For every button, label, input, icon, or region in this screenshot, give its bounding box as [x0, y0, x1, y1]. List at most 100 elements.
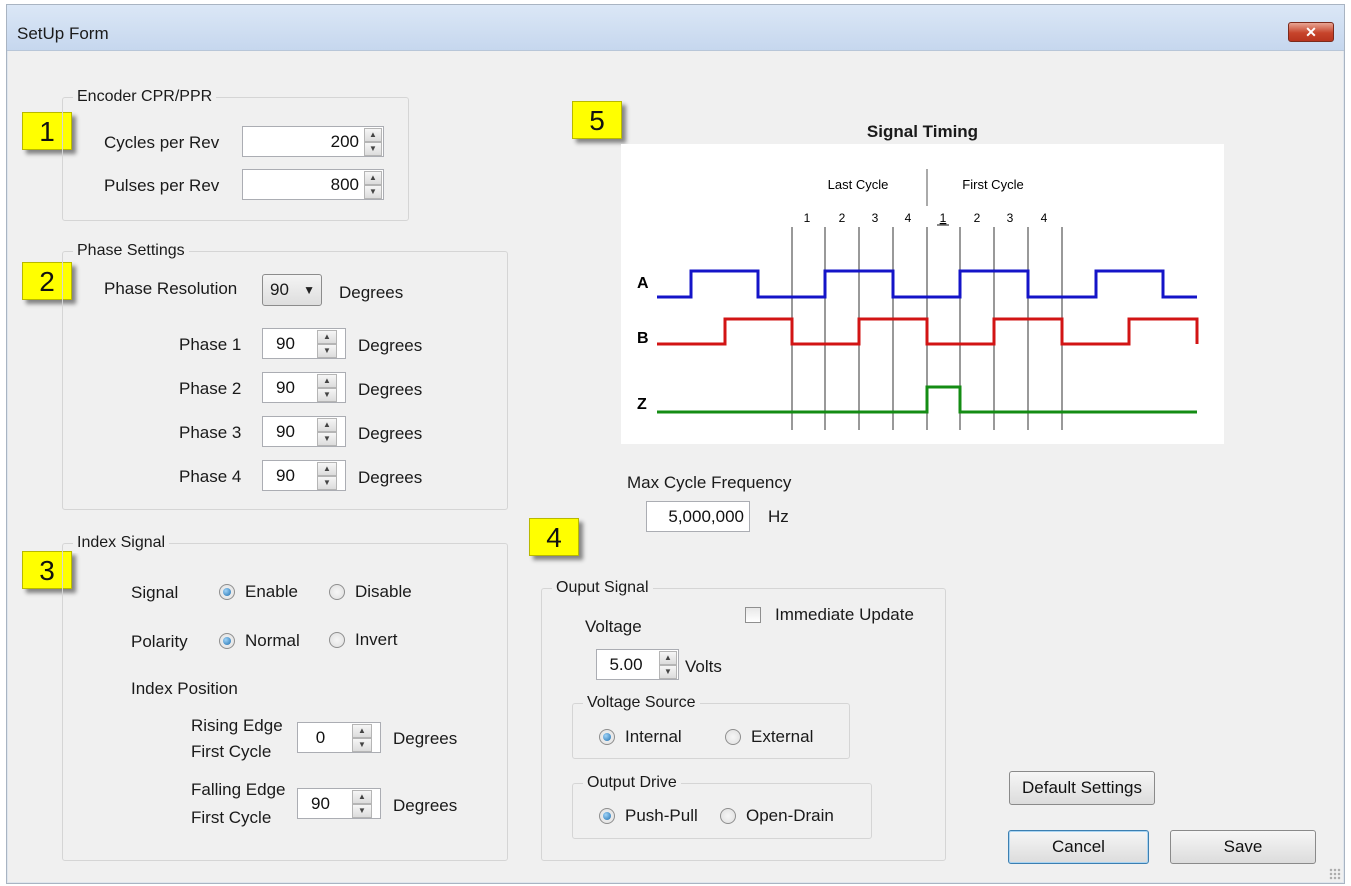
cycles-per-rev-spinner[interactable]: ▲▼: [242, 126, 384, 157]
signal-timing-title: Signal Timing: [866, 122, 979, 141]
voltage-input[interactable]: [597, 650, 655, 679]
invert-radio[interactable]: Invert: [329, 630, 398, 650]
pulses-per-rev-input[interactable]: [243, 170, 363, 199]
tick-first-1: 1: [940, 211, 947, 225]
radio-empty-icon: [329, 632, 345, 648]
spin-down-icon[interactable]: ▼: [317, 388, 337, 402]
enable-radio[interactable]: Enable: [219, 582, 298, 602]
max-cycle-frequency-field[interactable]: [646, 501, 750, 532]
falling-edge-input[interactable]: [298, 789, 343, 818]
phase-2-input[interactable]: [263, 373, 308, 402]
phase-2-label: Phase 2: [179, 379, 242, 398]
spin-down-icon[interactable]: ▼: [317, 432, 337, 446]
callout-5: 5: [572, 101, 622, 139]
phase-resolution-dropdown[interactable]: 90 ▼: [262, 274, 322, 306]
phase-4-input[interactable]: [263, 461, 308, 490]
phase-4-spinner[interactable]: ▲▼: [262, 460, 346, 491]
default-settings-button[interactable]: Default Settings: [1009, 771, 1155, 805]
first-cycle-label: First Cycle: [962, 177, 1023, 192]
index-signal-label: Signal: [131, 583, 179, 602]
radio-selected-icon: [219, 633, 235, 649]
phase-1-input[interactable]: [263, 329, 308, 358]
spin-up-icon[interactable]: ▲: [317, 418, 337, 432]
tick-first-2: 2: [974, 211, 981, 225]
voltage-spinner[interactable]: ▲▼: [596, 649, 679, 680]
spin-up-icon[interactable]: ▲: [659, 651, 677, 665]
encoder-group-title: Encoder CPR/PPR: [73, 87, 217, 107]
spin-down-icon[interactable]: ▼: [364, 142, 382, 156]
external-radio[interactable]: External: [725, 727, 813, 747]
open-drain-label: Open-Drain: [746, 806, 834, 825]
phase-1-spinner[interactable]: ▲▼: [262, 328, 346, 359]
channel-b-label: B: [637, 330, 649, 347]
internal-label: Internal: [625, 727, 682, 746]
falling-edge-unit: Degrees: [393, 796, 458, 815]
channel-z-label: Z: [637, 396, 647, 413]
close-button[interactable]: ✕: [1288, 22, 1334, 42]
rising-edge-spinner[interactable]: ▲▼: [297, 722, 381, 753]
push-pull-label: Push-Pull: [625, 806, 698, 825]
immediate-update-checkbox[interactable]: Immediate Update: [745, 605, 914, 625]
normal-label: Normal: [245, 631, 300, 650]
invert-label: Invert: [355, 630, 398, 649]
spin-down-icon[interactable]: ▼: [352, 804, 372, 818]
phase-3-input[interactable]: [263, 417, 308, 446]
spin-up-icon[interactable]: ▲: [317, 374, 337, 388]
radio-selected-icon: [219, 584, 235, 600]
radio-empty-icon: [725, 729, 741, 745]
polarity-label: Polarity: [131, 632, 188, 651]
spin-up-icon[interactable]: ▲: [352, 724, 372, 738]
spin-down-icon[interactable]: ▼: [352, 738, 372, 752]
falling-edge-spinner[interactable]: ▲▼: [297, 788, 381, 819]
phase-resolution-label: Phase Resolution: [104, 279, 238, 298]
output-drive-title: Output Drive: [583, 773, 681, 793]
rising-edge-unit: Degrees: [393, 729, 458, 748]
rising-edge-input[interactable]: [298, 723, 343, 752]
save-button[interactable]: Save: [1170, 830, 1316, 864]
spin-up-icon[interactable]: ▲: [364, 128, 382, 142]
internal-radio[interactable]: Internal: [599, 727, 682, 747]
tick-first-4: 4: [1041, 211, 1048, 225]
channel-a-label: A: [637, 275, 649, 292]
disable-radio[interactable]: Disable: [329, 582, 412, 602]
spin-up-icon[interactable]: ▲: [317, 462, 337, 476]
output-signal-title: Ouput Signal: [552, 578, 653, 598]
resize-grip-icon[interactable]: [1329, 868, 1341, 880]
spin-down-icon[interactable]: ▼: [659, 665, 677, 679]
radio-selected-icon: [599, 729, 615, 745]
spin-up-icon[interactable]: ▲: [317, 330, 337, 344]
pulses-per-rev-spinner[interactable]: ▲▼: [242, 169, 384, 200]
max-cycle-frequency-label: Max Cycle Frequency: [627, 473, 792, 492]
cycles-per-rev-input[interactable]: [243, 127, 363, 156]
frequency-unit: Hz: [768, 507, 789, 526]
chevron-down-icon: ▼: [303, 283, 315, 297]
title-bar[interactable]: SetUp Form ✕: [7, 5, 1344, 51]
spin-up-icon[interactable]: ▲: [364, 171, 382, 185]
window-title: SetUp Form: [17, 24, 109, 43]
normal-radio[interactable]: Normal: [219, 631, 300, 651]
form-body: 1 2 3 4 5 Encoder CPR/PPR Cycles per Rev…: [7, 52, 1344, 883]
phase-3-spinner[interactable]: ▲▼: [262, 416, 346, 447]
last-cycle-label: Last Cycle: [828, 177, 889, 192]
spin-down-icon[interactable]: ▼: [317, 344, 337, 358]
voltage-source-title: Voltage Source: [583, 693, 700, 713]
timing-svg: Last Cycle First Cycle 1 2 3 4 1 2 3 4 A…: [637, 169, 1199, 430]
phase-1-label: Phase 1: [179, 335, 242, 354]
spin-down-icon[interactable]: ▼: [364, 185, 382, 199]
max-cycle-frequency-input[interactable]: [647, 502, 749, 531]
cancel-button[interactable]: Cancel: [1008, 830, 1149, 864]
open-drain-radio[interactable]: Open-Drain: [720, 806, 834, 826]
cycles-per-rev-label: Cycles per Rev: [104, 133, 220, 152]
phase-2-spinner[interactable]: ▲▼: [262, 372, 346, 403]
spin-up-icon[interactable]: ▲: [352, 790, 372, 804]
signal-timing-diagram: Last Cycle First Cycle 1 2 3 4 1 2 3 4 A…: [621, 144, 1224, 444]
enable-label: Enable: [245, 582, 298, 601]
phase-1-unit: Degrees: [358, 336, 423, 355]
push-pull-radio[interactable]: Push-Pull: [599, 806, 698, 826]
falling-first-cycle-label: First Cycle: [191, 808, 272, 827]
spin-down-icon[interactable]: ▼: [317, 476, 337, 490]
pulses-per-rev-label: Pulses per Rev: [104, 176, 220, 195]
phase-4-unit: Degrees: [358, 468, 423, 487]
rising-first-cycle-label: First Cycle: [191, 742, 272, 761]
channel-b-waveform: [657, 317, 1199, 346]
